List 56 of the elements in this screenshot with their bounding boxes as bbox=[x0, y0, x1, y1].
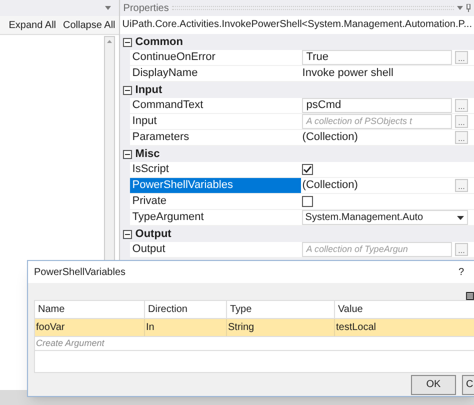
property-value: Invoke power shell bbox=[302, 67, 394, 80]
dropdown-arrow-icon bbox=[457, 6, 463, 10]
collapse-icon[interactable] bbox=[123, 86, 132, 94]
property-name[interactable]: CommandText bbox=[130, 98, 302, 114]
value-field[interactable]: psCmd bbox=[302, 98, 452, 113]
table-cell: fooVar bbox=[35, 319, 145, 336]
caret-icon bbox=[457, 216, 464, 220]
check-icon bbox=[303, 165, 312, 174]
property-name[interactable]: IsScript bbox=[130, 162, 302, 178]
property-name[interactable]: TypeArgument bbox=[130, 210, 302, 226]
table-cell: testLocal bbox=[335, 319, 474, 336]
property-name[interactable]: Input bbox=[130, 114, 302, 130]
group-header: Misc bbox=[135, 146, 160, 162]
collapse-icon[interactable] bbox=[123, 230, 132, 238]
column-header[interactable]: Type bbox=[227, 301, 335, 318]
type-name: UiPath.Core.Activities.InvokePowerShell<System.Management.Automation.P... bbox=[120, 16, 474, 34]
ellipsis-button[interactable]: ... bbox=[455, 131, 468, 144]
ellipsis-button[interactable]: ... bbox=[455, 179, 468, 192]
outline-action[interactable]: Collapse All bbox=[63, 18, 116, 32]
dialog-title: PowerShellVariables bbox=[34, 266, 126, 280]
checkbox[interactable] bbox=[302, 164, 314, 175]
property-value: (Collection) bbox=[302, 131, 359, 144]
group-header: Common bbox=[135, 34, 183, 50]
dialog-button[interactable]: OK bbox=[411, 374, 456, 394]
table-cell: String bbox=[227, 319, 335, 336]
collapse-icon[interactable] bbox=[123, 150, 132, 158]
group-header: Input bbox=[135, 82, 162, 98]
ellipsis-button[interactable]: ... bbox=[455, 115, 468, 128]
column-header[interactable]: Value bbox=[335, 301, 474, 318]
property-name[interactable]: DisplayName bbox=[130, 66, 302, 82]
property-name[interactable]: ContinueOnError bbox=[130, 50, 302, 66]
property-value: (Collection) bbox=[302, 179, 359, 192]
help-button[interactable]: ? bbox=[458, 264, 464, 280]
argument-row[interactable]: fooVar In String testLocal bbox=[35, 319, 474, 337]
property-name[interactable]: Private bbox=[130, 194, 302, 210]
ellipsis-button[interactable]: ... bbox=[455, 51, 468, 64]
scroll-up-icon bbox=[107, 40, 112, 43]
outline-action[interactable]: Expand All bbox=[8, 18, 56, 32]
property-name[interactable]: Output bbox=[130, 242, 302, 258]
group-header: Output bbox=[135, 226, 172, 242]
ellipsis-button[interactable]: ... bbox=[455, 99, 468, 112]
create-argument-field[interactable]: Create Argument bbox=[35, 337, 474, 351]
property-name[interactable]: Parameters bbox=[130, 130, 302, 146]
type-dropdown[interactable]: System.Management.Auto bbox=[302, 210, 468, 225]
dialog-button[interactable]: C bbox=[462, 374, 474, 394]
checkbox[interactable] bbox=[302, 196, 314, 207]
property-name[interactable]: PowerShellVariables bbox=[130, 178, 302, 194]
collapse-icon[interactable] bbox=[123, 38, 132, 46]
column-header[interactable]: Name bbox=[35, 301, 145, 318]
column-header[interactable]: Direction bbox=[145, 301, 227, 318]
panel-title: Properties bbox=[123, 2, 169, 16]
ellipsis-button[interactable]: ... bbox=[455, 243, 468, 256]
table-cell: In bbox=[145, 319, 227, 336]
dropdown-arrow-icon bbox=[105, 6, 112, 10]
pin-icon bbox=[466, 4, 471, 12]
value-field[interactable]: True bbox=[302, 50, 452, 65]
